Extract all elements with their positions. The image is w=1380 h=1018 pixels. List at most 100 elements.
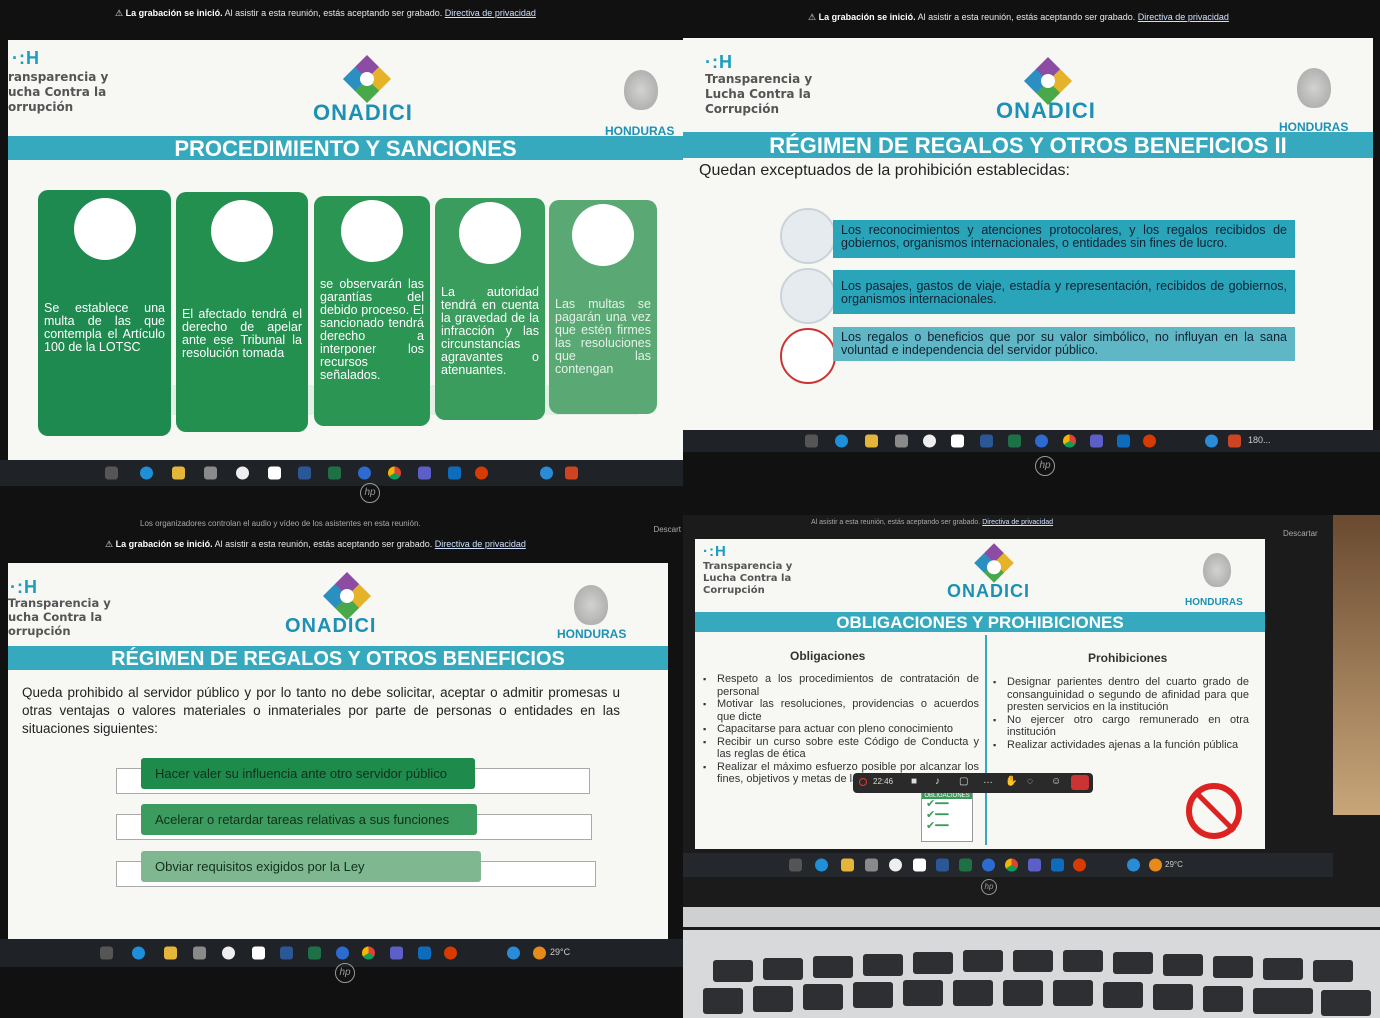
raise-hand-icon[interactable]: ✋ [1005, 776, 1017, 787]
app-icon[interactable] [222, 946, 235, 960]
slide: ·:H Transparencia y Lucha Contra la Corr… [683, 38, 1373, 430]
edge-icon[interactable] [815, 858, 828, 872]
checklist-icon: OBLIGACIONES ✔━━ ✔━━ ✔━━ [921, 792, 973, 842]
privacy-link[interactable]: Directiva de privacidad [1138, 12, 1229, 22]
store-icon[interactable] [193, 946, 206, 960]
app-icon[interactable] [1035, 434, 1048, 448]
task-view-icon[interactable] [105, 466, 118, 480]
key [1103, 982, 1143, 1008]
outlook-icon[interactable] [418, 946, 431, 960]
store-icon[interactable] [895, 434, 908, 448]
notepad-icon[interactable] [951, 434, 964, 448]
chrome-icon[interactable] [388, 466, 401, 480]
teams-icon[interactable] [418, 466, 431, 480]
recording-banner-text: Al asistir a esta reunión, estás aceptan… [224, 8, 443, 18]
app-icon[interactable] [889, 858, 902, 872]
dismiss-link[interactable]: Descart [653, 525, 681, 534]
word-icon[interactable] [936, 858, 949, 872]
word-icon[interactable] [980, 434, 993, 448]
app-icon[interactable] [982, 858, 995, 872]
obligaciones-heading: Obligaciones [790, 649, 866, 663]
mic-icon[interactable]: ♪ [935, 776, 940, 787]
tray-icon[interactable] [1127, 858, 1140, 872]
task-view-icon[interactable] [789, 858, 802, 872]
tray-icon[interactable] [1205, 434, 1218, 448]
folder-icon[interactable] [172, 466, 185, 480]
list-item: Designar parientes dentro del cuarto gra… [993, 676, 1249, 714]
notepad-icon[interactable] [268, 466, 281, 480]
chrome-icon[interactable] [1005, 858, 1018, 872]
task-view-icon[interactable] [805, 434, 818, 448]
slide-subtitle: Quedan exceptuados de la prohibición est… [699, 162, 1070, 179]
outlook-icon[interactable] [1051, 858, 1064, 872]
app-icon[interactable] [923, 434, 936, 448]
key [1153, 984, 1193, 1010]
tray-icon[interactable] [507, 946, 520, 960]
photo-procedimiento-sanciones: ⚠ La grabación se inició. Al asistir a e… [0, 0, 683, 515]
word-icon[interactable] [280, 946, 293, 960]
folder-icon[interactable] [841, 858, 854, 872]
org-name: Transparencia y ucha Contra la orrupción [8, 596, 111, 638]
chat-icon[interactable]: ◌ [1027, 776, 1033, 787]
folder-icon[interactable] [164, 946, 177, 960]
notepad-icon[interactable] [913, 858, 926, 872]
dismiss-link[interactable]: Descartar [1283, 529, 1318, 538]
app-icon[interactable] [336, 946, 349, 960]
outlook-icon[interactable] [1117, 434, 1130, 448]
list-item: Recibir un curso sobre este Código de Co… [703, 736, 979, 761]
privacy-link[interactable]: Directiva de privacidad [445, 8, 536, 18]
app-icon[interactable] [475, 466, 488, 480]
privacy-link[interactable]: Directiva de privacidad [982, 519, 1053, 526]
org-line: Transparencia y [705, 72, 813, 86]
excel-icon[interactable] [959, 858, 972, 872]
key [1321, 990, 1371, 1016]
recording-banner-text: Al asistir a esta reunión, estás aceptan… [214, 539, 433, 549]
app-icon[interactable] [236, 466, 249, 480]
key [1253, 988, 1313, 1014]
task-view-icon[interactable] [100, 946, 113, 960]
app-icon[interactable] [444, 946, 457, 960]
key [803, 984, 843, 1010]
word-icon[interactable] [298, 466, 311, 480]
tray-text: 180... [1248, 435, 1271, 445]
key [1003, 980, 1043, 1006]
camera-icon[interactable]: ■ [911, 776, 917, 787]
app-icon[interactable] [1073, 858, 1086, 872]
magnifier-document-icon [73, 198, 136, 260]
store-icon[interactable] [204, 466, 217, 480]
participants-icon[interactable]: ☺ [1051, 776, 1061, 787]
tray-icon[interactable] [1228, 434, 1241, 448]
card-text: La autoridad tendrá en cuenta la graveda… [441, 285, 539, 377]
hang-up-icon[interactable] [1071, 775, 1089, 790]
excel-icon[interactable] [308, 946, 321, 960]
tray-icon[interactable] [565, 466, 578, 480]
excel-icon[interactable] [1008, 434, 1021, 448]
excel-icon[interactable] [328, 466, 341, 480]
app-icon[interactable] [358, 466, 371, 480]
app-icon[interactable] [1143, 434, 1156, 448]
notepad-icon[interactable] [252, 946, 265, 960]
chrome-icon[interactable] [1063, 434, 1076, 448]
list-item: Realizar actividades ajenas a la función… [993, 739, 1249, 752]
org-line: ucha Contra la [8, 610, 103, 624]
folder-icon[interactable] [865, 434, 878, 448]
recording-banner-bold: La grabación se inició. [115, 539, 213, 549]
meeting-controls: 22:46 ■ ♪ ▢ … ✋ ◌ ☺ [853, 773, 1093, 793]
privacy-link[interactable]: Directiva de privacidad [435, 539, 526, 549]
chrome-icon[interactable] [362, 946, 375, 960]
edge-icon[interactable] [140, 466, 153, 480]
tray-icon[interactable] [540, 466, 553, 480]
teams-icon[interactable] [390, 946, 403, 960]
weather-text: 29°C [550, 947, 571, 957]
outlook-icon[interactable] [448, 466, 461, 480]
share-icon[interactable]: ▢ [959, 776, 968, 787]
store-icon[interactable] [865, 858, 878, 872]
more-icon[interactable]: … [983, 775, 993, 786]
edge-icon[interactable] [132, 946, 145, 960]
onadici-logo-icon [342, 54, 392, 104]
edge-icon[interactable] [835, 434, 848, 448]
exception-row: Los reconocimientos y atenciones protoco… [833, 220, 1295, 258]
org-line: Lucha Contra la [705, 87, 811, 101]
teams-icon[interactable] [1090, 434, 1103, 448]
teams-icon[interactable] [1028, 858, 1041, 872]
